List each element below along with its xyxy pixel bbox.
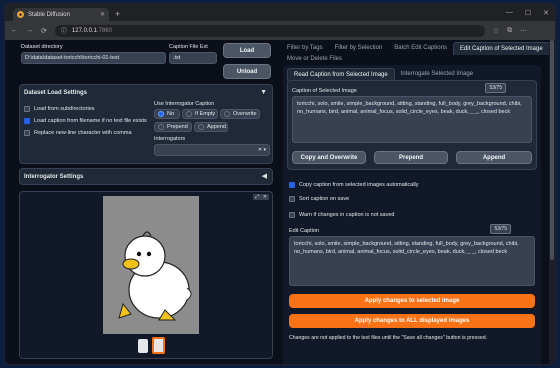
radio-no[interactable]: No	[154, 109, 180, 119]
opt-subdirs[interactable]: Load from subdirectories	[24, 106, 95, 112]
opt-sort-label: Sort caption on save	[299, 196, 350, 202]
dataset-load-settings-title: Dataset Load Settings	[24, 90, 88, 96]
caption-ext-label: Caption File Ext	[169, 44, 208, 50]
window-controls: — ☐ ✕	[506, 9, 555, 17]
opt-copy-auto[interactable]: Copy caption from selected images automa…	[289, 182, 419, 188]
radio-dot	[186, 111, 192, 117]
url-port: :7860	[96, 27, 112, 34]
dataset-load-settings-panel: Dataset Load Settings ▼ Load from subdir…	[19, 84, 273, 164]
radio-overwrite-label: Overwrite	[233, 111, 257, 117]
interrogator-settings-title: Interrogator Settings	[24, 174, 84, 180]
opt-filename[interactable]: Load caption from filename if no text fi…	[24, 118, 147, 124]
radio-dot	[158, 111, 164, 117]
radio-dot	[158, 124, 164, 130]
tab-edit-selected[interactable]: Edit Caption of Selected Image	[452, 42, 550, 55]
interrogator-settings-panel[interactable]: Interrogator Settings ◀	[19, 168, 273, 185]
opt-comma-label: Replace new-line character with comma	[34, 130, 132, 136]
opt-sort[interactable]: Sort caption on save	[289, 196, 349, 202]
tab-bar: ● Stable Diffusion ✕ + — ☐ ✕	[5, 4, 555, 21]
opt-filename-label: Load caption from filename if no text fi…	[34, 118, 147, 124]
edit-caption-label: Edit Caption	[289, 228, 319, 234]
favicon-icon: ●	[17, 11, 24, 18]
url-input[interactable]: ⓘ 127.0.0.1:7860	[54, 24, 485, 37]
load-button[interactable]: Load	[223, 43, 271, 58]
tab-batch-edit[interactable]: Batch Edit Captions	[388, 42, 453, 55]
append-button[interactable]: Append	[456, 151, 532, 164]
radio-overwrite[interactable]: Overwrite	[220, 109, 260, 119]
webui-page: Dataset directory D:\data\dataset-toricc…	[5, 40, 555, 364]
page-scrollbar[interactable]	[549, 40, 555, 364]
browser-window: ● Stable Diffusion ✕ + — ☐ ✕ ← → ⟳ ⓘ 127…	[5, 4, 555, 364]
checkbox-checked[interactable]	[289, 182, 295, 188]
radio-append-label: Append	[207, 124, 226, 130]
close-window-button[interactable]: ✕	[543, 9, 549, 17]
opt-warn-label: Warn if changes in caption is not saved	[299, 212, 395, 218]
toolbar-icons: ☆ ⧉ ⋯	[493, 27, 527, 35]
main-tabs-row2: Move or Delete Files	[281, 53, 348, 65]
interrogators-label: Interrogators	[154, 136, 186, 142]
tab-title: Stable Diffusion	[28, 11, 70, 18]
opt-comma[interactable]: Replace new-line character with comma	[24, 130, 132, 136]
image-gallery: ⤢ ✕	[19, 191, 273, 359]
info-icon: ⓘ	[60, 29, 67, 35]
radio-if-empty[interactable]: If Empty	[182, 109, 218, 119]
expand-triangle-icon[interactable]: ◀	[262, 172, 267, 180]
checkbox[interactable]	[24, 106, 30, 112]
url-host: 127.0.0.1	[71, 27, 97, 34]
radio-dot	[224, 111, 230, 117]
radio-prepend-label: Prepend	[167, 124, 188, 130]
interrogators-select[interactable]: ✕ ▾	[154, 144, 270, 156]
opt-subdirs-label: Load from subdirectories	[34, 106, 95, 112]
address-bar: ← → ⟳ ⓘ 127.0.0.1:7860 ☆ ⧉ ⋯	[5, 21, 555, 40]
apply-selected-button[interactable]: Apply changes to selected image	[289, 294, 535, 308]
maximize-button[interactable]: ☐	[525, 9, 531, 17]
extensions-icon[interactable]: ⧉	[507, 27, 512, 35]
forward-icon[interactable]: →	[26, 27, 33, 34]
dropdown-arrows-icon: ✕ ▾	[257, 147, 266, 153]
caption-ext-input[interactable]: .txt	[169, 52, 217, 64]
collapse-triangle-icon[interactable]: ▼	[260, 89, 267, 96]
edit-caption-panel: Read Caption from Selected Image Interro…	[283, 65, 541, 364]
close-gallery-icon[interactable]: ✕	[260, 194, 269, 200]
thumbnail-1[interactable]	[138, 339, 148, 353]
star-icon[interactable]: ☆	[493, 27, 499, 35]
checkbox[interactable]	[24, 130, 30, 136]
close-tab-icon[interactable]: ✕	[100, 11, 105, 18]
selected-image[interactable]	[103, 196, 199, 334]
radio-append[interactable]: Append	[194, 122, 228, 132]
apply-all-button[interactable]: Apply changes to ALL displayed images	[289, 314, 535, 328]
dataset-dir-label: Dataset directory	[21, 44, 63, 50]
edit-caption-text[interactable]: toricchi, solo, smile, simple_background…	[289, 236, 535, 286]
copy-overwrite-button[interactable]: Copy and Overwrite	[292, 151, 366, 164]
scroll-thumb[interactable]	[550, 40, 554, 260]
opt-warn[interactable]: Warn if changes in caption is not saved	[289, 212, 395, 218]
checkbox-checked[interactable]	[24, 118, 30, 124]
caption-token-count: 53/75	[485, 83, 506, 93]
caption-label: Caption of Selected Image	[292, 88, 357, 94]
thumbnail-2-selected[interactable]	[152, 337, 165, 354]
minimize-button[interactable]: —	[506, 9, 513, 17]
radio-empty-label: If Empty	[195, 111, 216, 117]
tab-move-delete[interactable]: Move or Delete Files	[281, 53, 348, 65]
back-icon[interactable]: ←	[11, 27, 18, 34]
prepend-button[interactable]: Prepend	[374, 151, 448, 164]
unload-button[interactable]: Unload	[223, 64, 271, 79]
browser-tab[interactable]: ● Stable Diffusion ✕	[13, 8, 109, 21]
caption-box: 53/75 Caption of Selected Image toricchi…	[287, 80, 537, 170]
save-note: Changes are not applied to the text file…	[289, 335, 488, 341]
menu-icon[interactable]: ⋯	[520, 27, 527, 35]
radio-dot	[198, 124, 204, 130]
fullscreen-icon[interactable]: ⤢	[252, 194, 261, 200]
use-interrogator-label: Use Interrogator Caption	[154, 101, 215, 107]
new-tab-button[interactable]: +	[115, 9, 120, 19]
opt-copy-auto-label: Copy caption from selected images automa…	[299, 182, 419, 188]
edit-token-count: 53/75	[490, 224, 511, 234]
reload-icon[interactable]: ⟳	[41, 27, 47, 35]
caption-text[interactable]: toricchi, solo, smile, simple_background…	[292, 96, 532, 143]
checkbox[interactable]	[289, 212, 295, 218]
radio-no-label: No	[167, 111, 175, 117]
dataset-dir-input[interactable]: D:\data\dataset-toricchi\toricchi-01-tes…	[21, 52, 166, 64]
radio-prepend[interactable]: Prepend	[154, 122, 192, 132]
checkbox[interactable]	[289, 196, 295, 202]
